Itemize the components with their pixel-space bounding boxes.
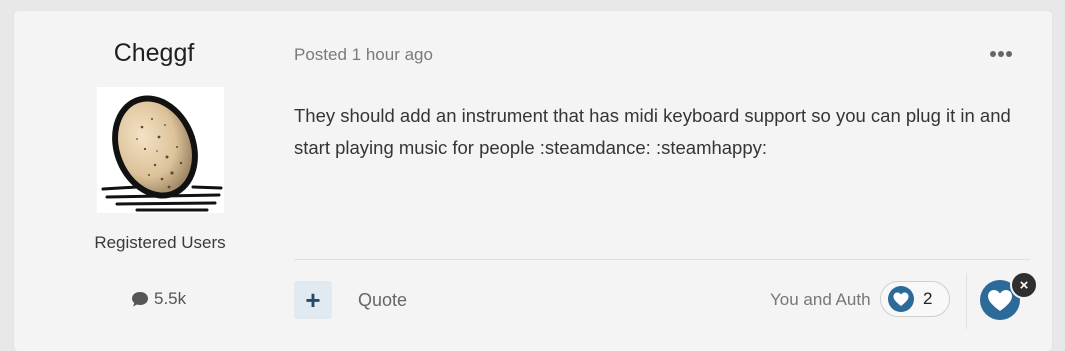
forum-post: Cheggf Registered Users 5.5k Posted 1 ho… <box>14 11 1052 351</box>
quote-button[interactable]: Quote <box>358 290 407 311</box>
reaction-count: 2 <box>923 289 933 308</box>
reaction-count-pill[interactable]: 2 <box>880 281 950 317</box>
post-count-value: 5.5k <box>154 289 187 308</box>
divider <box>294 259 1030 260</box>
more-options-button[interactable] <box>986 47 1016 61</box>
post-content: They should add an instrument that has m… <box>294 105 1011 158</box>
multiquote-button[interactable]: + <box>294 281 332 319</box>
reaction-summary[interactable]: You and Auth <box>770 290 871 310</box>
post-date[interactable]: Posted 1 hour ago <box>294 45 433 65</box>
heart-icon <box>888 286 914 312</box>
ellipsis-icon <box>990 51 996 57</box>
speech-bubble-icon <box>132 292 148 307</box>
egg-avatar-image <box>101 95 223 212</box>
author-panel: Cheggf Registered Users 5.5k <box>14 11 294 351</box>
post-count: 5.5k <box>130 289 186 309</box>
avatar[interactable] <box>97 87 224 213</box>
author-name[interactable]: Cheggf <box>14 38 294 68</box>
author-group: Registered Users <box>94 233 226 252</box>
remove-reaction-button[interactable]: × <box>1010 271 1038 299</box>
reaction-separator <box>966 273 967 329</box>
